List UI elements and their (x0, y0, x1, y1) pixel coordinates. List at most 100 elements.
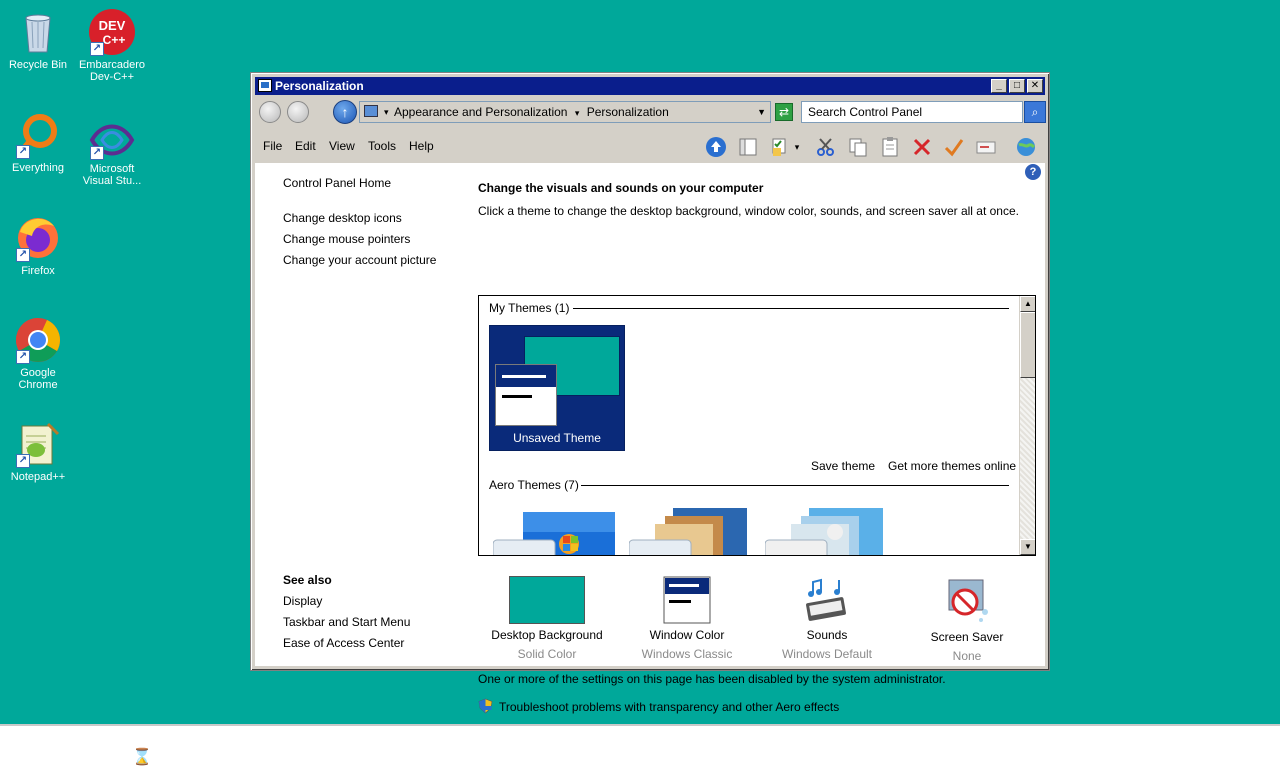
views-dropdown-icon[interactable]: ▾ (791, 136, 803, 158)
screen-saver-setting[interactable]: Screen Saver None (897, 576, 1037, 663)
setting-value: Windows Default (781, 647, 873, 661)
svg-text:C++: C++ (103, 33, 126, 47)
window-color-setting[interactable]: Window Color Windows Classic (617, 576, 757, 661)
unsaved-theme-tile[interactable]: Unsaved Theme (489, 325, 625, 451)
shield-icon (478, 698, 493, 717)
setting-value: Solid Color (517, 647, 577, 661)
menu-tools[interactable]: Tools (368, 139, 396, 153)
scroll-up-button[interactable]: ▲ (1020, 296, 1035, 312)
sounds-setting[interactable]: Sounds Windows Default (757, 576, 897, 661)
copy-icon[interactable] (847, 136, 869, 158)
menu-edit[interactable]: Edit (295, 139, 316, 153)
aero-themes-header[interactable]: Aero Themes (7) (489, 478, 579, 492)
desktop-icon-label: Google Chrome (18, 367, 58, 391)
aero-theme-architecture[interactable] (629, 506, 753, 555)
breadcrumb-arrow-icon[interactable]: ▾ (575, 108, 580, 118)
troubleshoot-link[interactable]: Troubleshoot problems with transparency … (499, 700, 839, 714)
delete-icon[interactable] (911, 136, 933, 158)
control-panel-home-link[interactable]: Control Panel Home (283, 176, 391, 190)
control-panel-icon (364, 105, 378, 117)
address-dropdown-icon[interactable]: ▼ (757, 102, 766, 122)
devcpp-icon: DEV C++ ↗ (88, 8, 136, 56)
refresh-button[interactable]: ⇄ (775, 103, 793, 121)
breadcrumb-personalization[interactable]: Personalization (587, 105, 669, 119)
setting-name: Sounds (806, 628, 848, 642)
unsaved-theme-label: Unsaved Theme (513, 431, 601, 445)
cut-icon[interactable] (815, 136, 837, 158)
ease-of-access-link[interactable]: Ease of Access Center (283, 636, 404, 650)
aero-theme-characters[interactable] (765, 506, 889, 555)
breadcrumb-arrow-icon[interactable]: ▾ (384, 102, 389, 122)
page-description: Click a theme to change the desktop back… (478, 204, 1019, 218)
personalization-window: Personalization _ □ ✕ ↑ ▾ Appearance and… (250, 72, 1050, 714)
firefox-icon: ↗ (14, 214, 62, 262)
search-button[interactable]: ⌕ (1024, 101, 1046, 123)
get-more-themes-link[interactable]: Get more themes online (888, 459, 1016, 473)
views-icon[interactable] (769, 136, 791, 158)
minimize-button[interactable]: _ (991, 79, 1007, 93)
address-bar[interactable]: ▾ Appearance and Personalization ▾ Perso… (359, 101, 771, 123)
control-panel-icon (258, 79, 272, 92)
properties-icon[interactable] (943, 136, 965, 158)
taskbar-start-menu-link[interactable]: Taskbar and Start Menu (283, 615, 410, 629)
recycle-bin-icon (14, 8, 62, 56)
group-divider (581, 485, 1009, 486)
desktop-icon-chrome[interactable]: ↗ Google Chrome (0, 316, 76, 391)
setting-value: None (952, 649, 982, 663)
change-desktop-icons-link[interactable]: Change desktop icons (283, 211, 402, 225)
maximize-button[interactable]: □ (1009, 79, 1025, 93)
aero-theme-windows7[interactable] (493, 506, 617, 555)
save-theme-link[interactable]: Save theme (811, 459, 875, 473)
close-button[interactable]: ✕ (1027, 79, 1043, 93)
shortcut-arrow-icon: ↗ (90, 146, 104, 160)
menu-help[interactable]: Help (409, 139, 434, 153)
see-also-heading: See also (283, 573, 332, 587)
setting-name: Window Color (649, 628, 725, 642)
setting-name: Screen Saver (930, 630, 1004, 644)
forward-button[interactable] (287, 101, 309, 123)
everything-icon: ↗ (14, 111, 62, 159)
desktop-icon-recycle-bin[interactable]: Recycle Bin (0, 8, 76, 71)
title-bar[interactable]: Personalization _ □ ✕ (255, 77, 1045, 95)
back-button[interactable] (259, 101, 281, 123)
my-themes-header[interactable]: My Themes (1) (489, 301, 569, 315)
gallery-scrollbar[interactable]: ▲ ▼ (1019, 296, 1035, 555)
window-title: Personalization (275, 79, 364, 93)
desktop-background-setting[interactable]: Desktop Background Solid Color (477, 576, 617, 661)
change-mouse-pointers-link[interactable]: Change mouse pointers (283, 232, 410, 246)
shortcut-arrow-icon: ↗ (90, 42, 104, 56)
desktop-icon-label: Everything (12, 162, 64, 174)
desktop-icon-notepadpp[interactable]: ↗ Notepad++ (0, 420, 76, 483)
paste-icon[interactable] (879, 136, 901, 158)
scroll-down-button[interactable]: ▼ (1020, 539, 1035, 555)
shortcut-arrow-icon: ↗ (16, 145, 30, 159)
up-level-button[interactable]: ↑ (333, 100, 357, 124)
group-divider (573, 308, 1009, 309)
scroll-thumb[interactable] (1020, 312, 1035, 378)
hourglass-cursor-icon: ⌛ (132, 749, 152, 766)
rename-icon[interactable] (975, 136, 997, 158)
display-link[interactable]: Display (283, 594, 322, 608)
desktop-icon-visual-studio[interactable]: ↗ Microsoft Visual Stu... (74, 120, 150, 187)
search-input[interactable]: Search Control Panel (801, 101, 1023, 123)
theme-gallery: My Themes (1) Unsaved Theme Save theme G… (478, 295, 1036, 556)
folders-pane-icon[interactable] (737, 136, 759, 158)
breadcrumb-appearance[interactable]: Appearance and Personalization (394, 105, 567, 119)
change-account-picture-link[interactable]: Change your account picture (283, 253, 436, 267)
setting-value: Windows Classic (641, 647, 733, 661)
desktop-icon-firefox[interactable]: ↗ Firefox (0, 214, 76, 277)
shortcut-arrow-icon: ↗ (16, 454, 30, 468)
desktop-icon-devcpp[interactable]: DEV C++ ↗ Embarcadero Dev-C++ (74, 8, 150, 83)
menu-view[interactable]: View (329, 139, 355, 153)
help-icon[interactable]: ? (1025, 164, 1041, 180)
notepadpp-icon: ↗ (14, 420, 62, 468)
theme-window-preview (495, 364, 557, 426)
menu-file[interactable]: File (263, 139, 282, 153)
desktop-background-icon (509, 576, 585, 624)
up-folder-icon[interactable] (705, 136, 727, 158)
window-color-icon (663, 576, 711, 624)
page-heading: Change the visuals and sounds on your co… (478, 181, 764, 195)
desktop-icon-everything[interactable]: ↗ Everything (0, 111, 76, 174)
globe-icon[interactable] (1015, 136, 1037, 158)
desktop-icon-label: Notepad++ (10, 471, 66, 483)
